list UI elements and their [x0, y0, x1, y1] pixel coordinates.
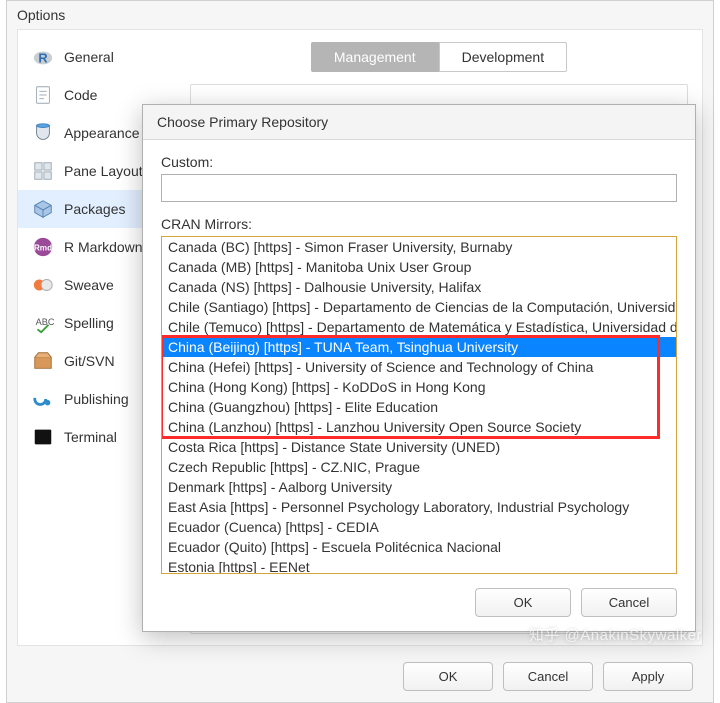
mirror-list-item[interactable]: China (Lanzhou) [https] - Lanzhou Univer…: [162, 417, 676, 437]
tab-row: Management Development: [190, 42, 688, 72]
svg-text:Rmd: Rmd: [34, 244, 52, 253]
mirrors-listbox-wrap: Canada (BC) [https] - Simon Fraser Unive…: [161, 236, 677, 574]
rmd-icon: Rmd: [32, 236, 54, 258]
dialog-cancel-button[interactable]: Cancel: [581, 588, 677, 617]
tab-management[interactable]: Management: [311, 42, 439, 72]
sidebar-item-label: Code: [64, 87, 97, 103]
dialog-title: Choose Primary Repository: [143, 105, 695, 140]
sidebar-item-label: Git/SVN: [64, 353, 115, 369]
sidebar-item-label: Appearance: [64, 125, 140, 141]
spellcheck-icon: ABC: [32, 312, 54, 334]
sweave-icon: [32, 274, 54, 296]
dialog-footer: OK Cancel: [143, 574, 695, 631]
paint-bucket-icon: [32, 122, 54, 144]
mirrors-listbox[interactable]: Canada (BC) [https] - Simon Fraser Unive…: [162, 237, 676, 573]
mirror-list-item[interactable]: China (Beijing) [https] - TUNA Team, Tsi…: [162, 337, 676, 357]
mirror-list-item[interactable]: Ecuador (Cuenca) [https] - CEDIA: [162, 517, 676, 537]
custom-url-input[interactable]: [161, 174, 677, 202]
mirror-list-item[interactable]: Estonia [https] - EENet: [162, 557, 676, 573]
mirrors-label: CRAN Mirrors:: [161, 216, 677, 232]
mirror-list-item[interactable]: Canada (NS) [https] - Dalhousie Universi…: [162, 277, 676, 297]
publish-icon: [32, 388, 54, 410]
package-icon: [32, 198, 54, 220]
dialog-ok-button[interactable]: OK: [475, 588, 571, 617]
sidebar-item-label: Terminal: [64, 429, 117, 445]
choose-repository-dialog: Choose Primary Repository Custom: CRAN M…: [142, 104, 696, 632]
window-title: Options: [7, 1, 713, 27]
svg-text:R: R: [38, 51, 47, 66]
mirror-list-item[interactable]: Ecuador (Quito) [https] - Escuela Polité…: [162, 537, 676, 557]
options-footer: OK Cancel Apply: [7, 650, 713, 702]
r-logo-icon: R: [32, 46, 54, 68]
tab-development[interactable]: Development: [439, 42, 568, 72]
sidebar-item-general[interactable]: R General: [18, 38, 176, 76]
mirror-list-item[interactable]: Chile (Santiago) [https] - Departamento …: [162, 297, 676, 317]
dialog-body: Custom: CRAN Mirrors: Canada (BC) [https…: [143, 140, 695, 574]
sidebar-item-label: General: [64, 49, 114, 65]
mirror-list-item[interactable]: Chile (Temuco) [https] - Departamento de…: [162, 317, 676, 337]
grid-icon: [32, 160, 54, 182]
sidebar-item-label: Pane Layout: [64, 163, 143, 179]
mirror-list-item[interactable]: Denmark [https] - Aalborg University: [162, 477, 676, 497]
mirror-list-item[interactable]: Costa Rica [https] - Distance State Univ…: [162, 437, 676, 457]
apply-button[interactable]: Apply: [603, 662, 693, 691]
custom-label: Custom:: [161, 154, 677, 170]
sidebar-item-label: R Markdown: [64, 239, 143, 255]
mirror-list-item[interactable]: Canada (BC) [https] - Simon Fraser Unive…: [162, 237, 676, 257]
sidebar-item-label: Spelling: [64, 315, 114, 331]
mirror-list-item[interactable]: China (Hong Kong) [https] - KoDDoS in Ho…: [162, 377, 676, 397]
ok-button[interactable]: OK: [403, 662, 493, 691]
terminal-icon: [32, 426, 54, 448]
sidebar-item-label: Sweave: [64, 277, 114, 293]
mirror-list-item[interactable]: China (Hefei) [https] - University of Sc…: [162, 357, 676, 377]
sidebar-item-label: Packages: [64, 201, 125, 217]
mirror-list-item[interactable]: Canada (MB) [https] - Manitoba Unix User…: [162, 257, 676, 277]
sidebar-item-label: Publishing: [64, 391, 129, 407]
svg-text:ABC: ABC: [36, 317, 54, 327]
mirror-list-item[interactable]: Czech Republic [https] - CZ.NIC, Prague: [162, 457, 676, 477]
box-icon: [32, 350, 54, 372]
mirror-list-item[interactable]: East Asia [https] - Personnel Psychology…: [162, 497, 676, 517]
mirror-list-item[interactable]: China (Guangzhou) [https] - Elite Educat…: [162, 397, 676, 417]
cancel-button[interactable]: Cancel: [503, 662, 593, 691]
document-icon: [32, 84, 54, 106]
